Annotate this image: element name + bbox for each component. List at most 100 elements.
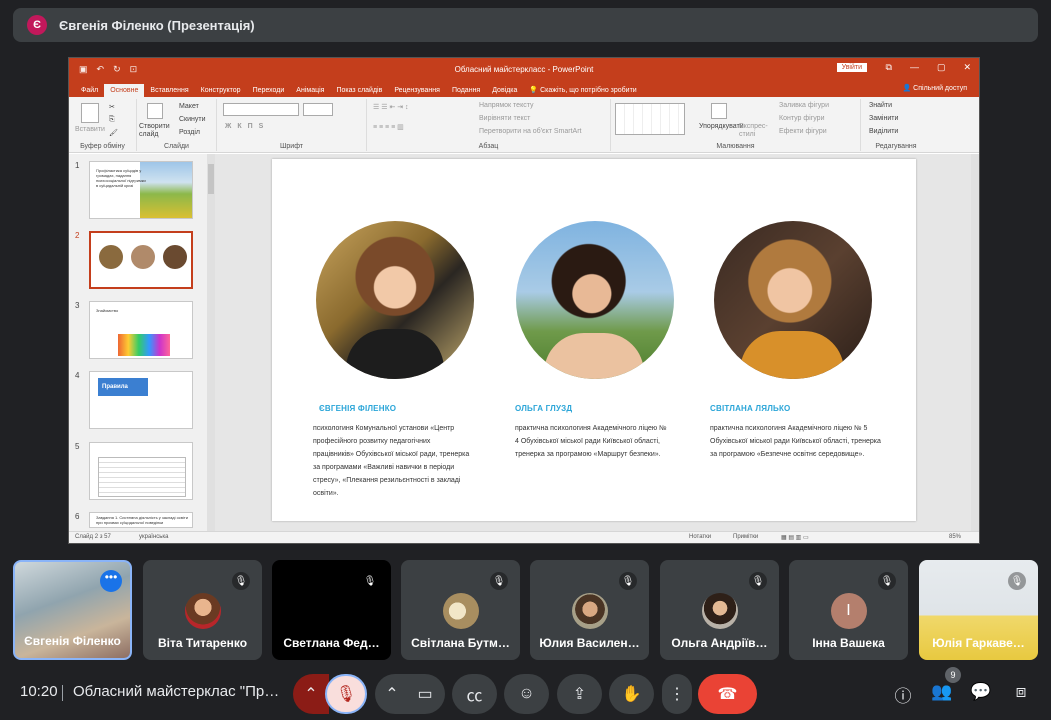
participant-tile[interactable]: 🎙 Юлия Василен… (530, 560, 649, 660)
share-label: Спільний доступ (913, 85, 967, 92)
paragraph-group-name: Абзац (478, 143, 499, 150)
paste-label: Вставити (75, 126, 105, 133)
shapes-gallery (615, 103, 685, 135)
thumbnail-1: 1 Профілактика суїцидів у громадах, нада… (75, 161, 193, 219)
emoji-icon: ☺ (518, 685, 535, 702)
font-group-name: Шрифт (279, 143, 304, 150)
thumbnail-number: 5 (75, 442, 80, 451)
ribbon-display-icon: ⧉ (885, 62, 892, 72)
lightbulb-icon: 💡 (529, 87, 541, 94)
select-label: Виділити (869, 128, 899, 135)
mic-off-icon: 🎙 (361, 572, 379, 590)
participant-tile[interactable]: 🎙 Віта Титаренко (143, 560, 262, 660)
arrange-icon (711, 103, 727, 119)
more-vert-icon: ⋮ (669, 686, 685, 703)
portrait-yevheniia (316, 221, 474, 379)
participant-name: Ольга Андріїв… (671, 636, 768, 650)
participant-name: Світлана Бутм… (411, 636, 510, 650)
find-label: Знайти (869, 102, 893, 109)
avatar (701, 593, 738, 629)
person3-name: СВІТЛАНА ЛЯЛЬКО (710, 404, 791, 413)
participant-tile[interactable]: ••• Євгенія Філенко (13, 560, 132, 660)
captions-button[interactable]: ㏄ (452, 674, 497, 714)
present-button[interactable]: ⇪ (557, 674, 602, 714)
share-button: 👤 Спільний доступ (903, 84, 968, 92)
portrait-olha (516, 221, 674, 379)
slides-group-name: Слайди (164, 143, 189, 150)
tab-file: Файл (81, 87, 99, 94)
video-options-button[interactable]: ⌃ (375, 674, 409, 714)
section-label: Розділ (179, 129, 200, 136)
camera-toggle-button[interactable]: ▭ (405, 674, 445, 714)
mic-off-icon: 🎙 (1008, 572, 1026, 590)
presenter-title: Євгенія Філенко (Презентація) (59, 17, 255, 33)
clock: 10:20 (20, 683, 58, 700)
more-options-button[interactable]: ⋮ (662, 674, 692, 714)
tab-insert: Вставлення (150, 87, 189, 94)
comments-label: Примітки (733, 534, 759, 540)
format-painter-icon: 🖌 (109, 130, 118, 137)
new-slide-label: Створити слайд (139, 123, 170, 138)
more-options-icon[interactable]: ••• (100, 570, 122, 592)
participant-name: Віта Титаренко (157, 636, 248, 650)
people-button[interactable]: 👥 (930, 682, 954, 706)
participant-tile[interactable]: 🎙 Ольга Андріїв… (660, 560, 779, 660)
raise-hand-button[interactable]: ✋ (609, 674, 654, 714)
avatar (184, 593, 221, 629)
participant-name: Светлана Фед… (283, 636, 380, 650)
portrait-mini (99, 245, 123, 269)
font-name-box (223, 103, 299, 116)
signin-button: Увійти (836, 63, 867, 72)
editing-group-name: Редагування (875, 143, 917, 150)
chevron-up-icon: ⌃ (304, 686, 318, 703)
group-editing: Знайти Замінити Виділити Редагування (861, 99, 931, 151)
mic-toggle-button[interactable]: 🎙 (325, 674, 367, 714)
ppt-titlebar: ▣ ↶ ↻ ⊡ Обласний майстеркласс - PowerPoi… (69, 58, 979, 80)
chat-button[interactable]: 💬 (969, 682, 993, 706)
thumbnail-title: Знайомство (96, 308, 119, 313)
thumbnail-3: 3 Знайомство (75, 301, 193, 359)
people-count-badge: 9 (945, 667, 961, 683)
emoji-button[interactable]: ☺ (504, 674, 549, 714)
thumbnail-title: Завдання 1. Системна діяльність у заклад… (96, 515, 188, 525)
maximize-icon: ▢ (936, 62, 946, 72)
audio-options-button[interactable]: ⌃ (293, 674, 329, 714)
pencils-image (118, 334, 170, 356)
present-icon: ⇪ (572, 686, 587, 703)
drawing-group-name: Малювання (716, 143, 755, 150)
people-icon: 👥 (931, 682, 953, 701)
activities-button[interactable]: ⧈ (1009, 682, 1033, 706)
replace-label: Замінити (869, 115, 899, 122)
thumbnail-title: Профілактика суїцидів у громадах, наданн… (96, 168, 146, 188)
leave-call-button[interactable]: ☎ (698, 674, 757, 714)
participant-name: Юлія Гаркаве… (932, 636, 1025, 650)
meeting-title: Обласний майстерклас "Проф… (73, 683, 281, 700)
language-label: українська (139, 534, 169, 540)
participant-tile[interactable]: 🎙 Світлана Бутм… (401, 560, 520, 660)
participant-tile[interactable]: 🎙 І Інна Вашека (789, 560, 908, 660)
slide-thumbnails-pane: 1 Профілактика суїцидів у громадах, нада… (69, 154, 215, 531)
smartart-label: Перетворити на об'єкт SmartArt (479, 128, 582, 135)
divider (62, 685, 63, 701)
portrait-mini (163, 245, 187, 269)
meeting-info-button[interactable]: ⓘ (891, 682, 915, 706)
mic-off-icon: 🎙 (335, 686, 357, 703)
hand-icon: ✋ (621, 686, 642, 703)
person1-desc: психологиня Комунальної установи «Центр … (313, 425, 470, 497)
font-size-box (303, 103, 333, 116)
ribbon-tabs: Файл Основне Вставлення Конструктор Пере… (69, 80, 979, 97)
participant-name: Юлия Василен… (539, 636, 640, 650)
mic-off-icon: 🎙 (878, 572, 896, 590)
participant-tile[interactable]: 🎙 Светлана Фед… (272, 560, 391, 660)
align-icons: ≡ ≡ ≡ ≡ ▥ (373, 124, 404, 131)
text-direction-label: Напрямок тексту (479, 102, 534, 109)
thumbnail-number: 3 (75, 301, 80, 310)
meet-control-bar: 10:20 Обласний майстерклас "Проф… ⌃ 🎙 ⌃ … (0, 670, 1051, 720)
participant-tile[interactable]: 🎙 Юлія Гаркаве… (919, 560, 1038, 660)
avatar (442, 593, 479, 629)
shape-fill-label: Заливка фігури (779, 102, 829, 109)
participant-name: Євгенія Філенко (24, 634, 121, 648)
camera-icon: ▭ (417, 686, 433, 703)
presenter-avatar: Є (27, 15, 47, 35)
window-controls: ⧉ — ▢ ✕ (886, 62, 972, 73)
